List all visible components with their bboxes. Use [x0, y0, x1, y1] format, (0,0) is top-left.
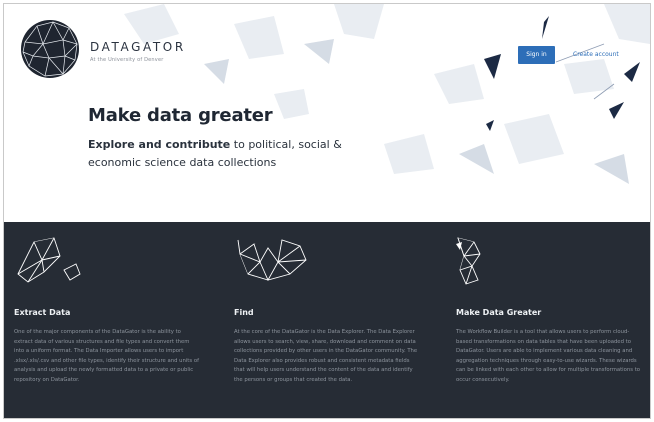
signin-button[interactable]: Sign in — [518, 46, 555, 64]
brand-subtitle: At the University of Denver — [90, 57, 164, 63]
datagator-globe-icon — [21, 20, 79, 78]
feature-title: Find — [234, 308, 254, 317]
feature-extract: Extract Data One of the major components… — [4, 222, 204, 418]
hero-headline: Make data greater — [88, 105, 273, 126]
brand-name[interactable]: DATAGATOR — [90, 40, 186, 54]
feature-title: Extract Data — [14, 308, 71, 317]
feature-make-greater: Make Data Greater The Workflow Builder i… — [444, 222, 644, 418]
hero-tagline: Explore and contribute to political, soc… — [88, 136, 358, 172]
greater-shape-icon — [456, 237, 481, 285]
create-account-link[interactable]: Create account — [573, 51, 619, 58]
feature-text: The Workflow Builder is a tool that allo… — [456, 329, 641, 383]
feature-text: At the core of the DataGator is the Data… — [234, 329, 418, 383]
find-shape-icon — [237, 239, 307, 282]
feature-find: Find At the core of the DataGator is the… — [224, 222, 424, 418]
extract-shape-icon — [17, 237, 81, 283]
tagline-bold: Explore and contribute — [88, 138, 231, 151]
page-frame: DATAGATOR At the University of Denver Si… — [3, 3, 651, 419]
feature-text: One of the major components of the DataG… — [14, 329, 199, 383]
features-section: Extract Data One of the major components… — [4, 222, 650, 418]
feature-title: Make Data Greater — [456, 308, 542, 317]
hero-section: DATAGATOR At the University of Denver Si… — [4, 4, 650, 222]
